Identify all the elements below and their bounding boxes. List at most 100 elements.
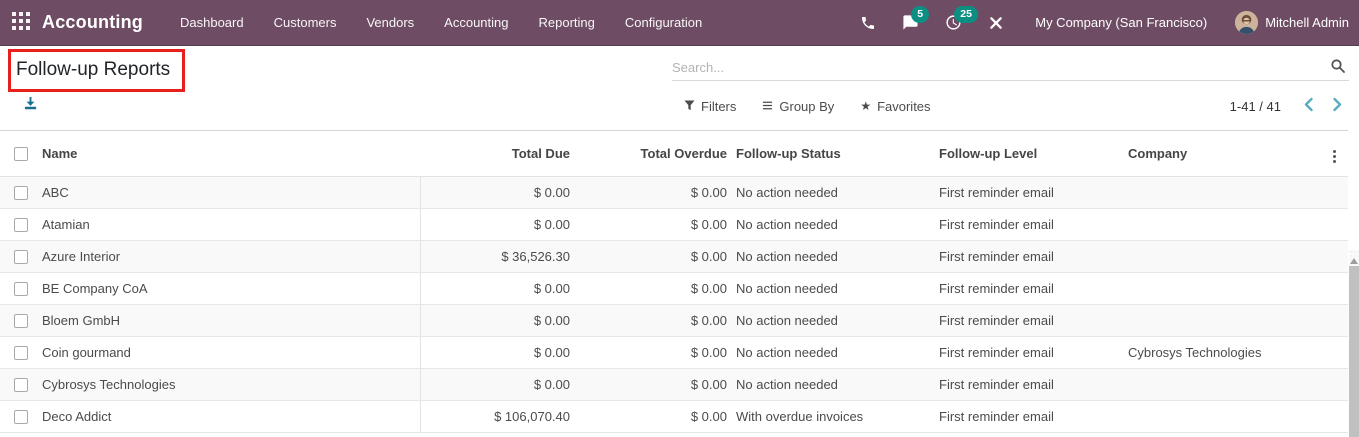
row-select-cell xyxy=(0,176,42,209)
row-checkbox[interactable] xyxy=(14,281,28,296)
column-header-company[interactable]: Company xyxy=(1125,130,1320,177)
cell-company xyxy=(1125,240,1320,273)
row-checkbox[interactable] xyxy=(14,185,28,200)
cell-total-overdue: $ 0.00 xyxy=(578,176,732,209)
cell-total-due: $ 106,070.40 xyxy=(419,400,578,433)
menu-accounting[interactable]: Accounting xyxy=(429,0,523,45)
pager-next-button[interactable] xyxy=(1330,95,1345,117)
cell-total-due: $ 0.00 xyxy=(419,272,578,305)
select-all-cell xyxy=(0,130,42,177)
column-options-cell xyxy=(1320,130,1348,177)
pager-previous-button[interactable] xyxy=(1301,95,1316,117)
followup-table: Name Total Due Total Overdue Follow-up S… xyxy=(0,130,1348,433)
cell-company: Cybrosys Technologies xyxy=(1125,336,1320,369)
voip-button[interactable] xyxy=(847,9,889,37)
cell-status: No action needed xyxy=(732,208,936,241)
menu-configuration[interactable]: Configuration xyxy=(610,0,717,45)
table-row[interactable]: Bloem GmbH $ 0.00 $ 0.00 No action neede… xyxy=(0,304,1348,337)
menu-customers[interactable]: Customers xyxy=(259,0,352,45)
row-checkbox[interactable] xyxy=(14,249,28,264)
table-row[interactable]: Atamian $ 0.00 $ 0.00 No action needed F… xyxy=(0,208,1348,241)
messages-button[interactable]: 5 xyxy=(889,6,932,37)
cell-total-due: $ 0.00 xyxy=(419,304,578,337)
optional-columns-icon[interactable] xyxy=(1327,147,1342,166)
tools-button[interactable] xyxy=(975,9,1017,37)
table-row[interactable]: Deco Addict $ 106,070.40 $ 0.00 With ove… xyxy=(0,400,1348,433)
cell-level: First reminder email xyxy=(936,368,1125,401)
cell-status: No action needed xyxy=(732,272,936,305)
table-row[interactable]: Coin gourmand $ 0.00 $ 0.00 No action ne… xyxy=(0,336,1348,369)
cell-company xyxy=(1125,176,1320,209)
cell-options xyxy=(1320,272,1348,305)
annotation-highlight: Follow-up Reports xyxy=(8,49,186,92)
cell-company xyxy=(1125,304,1320,337)
user-menu[interactable]: Mitchell Admin xyxy=(1235,11,1349,34)
row-select-cell xyxy=(0,208,42,241)
cell-total-due: $ 0.00 xyxy=(419,208,578,241)
search-options: Filters Group By ★ Favorites xyxy=(684,93,931,119)
scrollbar-up-arrow[interactable] xyxy=(1349,254,1359,264)
group-by-button[interactable]: Group By xyxy=(762,99,834,114)
cell-options xyxy=(1320,336,1348,369)
row-select-cell xyxy=(0,400,42,433)
cell-name: Cybrosys Technologies xyxy=(42,368,420,401)
table-row[interactable]: Azure Interior $ 36,526.30 $ 0.00 No act… xyxy=(0,240,1348,273)
row-select-cell xyxy=(0,240,42,273)
cell-level: First reminder email xyxy=(936,240,1125,273)
pager: 1-41 / 41 xyxy=(1230,93,1345,119)
column-header-status[interactable]: Follow-up Status xyxy=(732,130,936,177)
vertical-scrollbar[interactable] xyxy=(1349,250,1359,437)
apps-grid-icon xyxy=(12,12,30,33)
column-header-total-overdue[interactable]: Total Overdue xyxy=(578,130,732,177)
favorites-button[interactable]: ★ Favorites xyxy=(860,99,930,114)
cell-company xyxy=(1125,272,1320,305)
row-checkbox[interactable] xyxy=(14,345,28,360)
list-view: Name Total Due Total Overdue Follow-up S… xyxy=(0,130,1359,437)
row-checkbox[interactable] xyxy=(14,377,28,392)
column-header-total-due[interactable]: Total Due xyxy=(420,130,578,177)
cell-status: No action needed xyxy=(732,336,936,369)
cell-level: First reminder email xyxy=(936,176,1125,209)
cell-options xyxy=(1320,304,1348,337)
column-header-level[interactable]: Follow-up Level xyxy=(936,130,1125,177)
cell-name: ABC xyxy=(42,176,420,209)
company-switcher[interactable]: My Company (San Francisco) xyxy=(1035,15,1207,30)
scrollbar-thumb[interactable] xyxy=(1349,266,1359,437)
cell-status: With overdue invoices xyxy=(732,400,936,433)
app-name: Accounting xyxy=(42,12,143,32)
cell-options xyxy=(1320,368,1348,401)
row-checkbox[interactable] xyxy=(14,409,28,424)
column-header-name[interactable]: Name xyxy=(42,130,420,177)
cell-name: Azure Interior xyxy=(42,240,420,273)
export-download-button[interactable] xyxy=(23,96,38,114)
apps-menu-button[interactable]: Accounting xyxy=(12,12,143,33)
user-name: Mitchell Admin xyxy=(1265,15,1349,30)
cell-company xyxy=(1125,400,1320,433)
table-body: ABC $ 0.00 $ 0.00 No action needed First… xyxy=(0,176,1348,433)
star-icon: ★ xyxy=(860,99,872,113)
menu-vendors[interactable]: Vendors xyxy=(351,0,429,45)
menu-reporting[interactable]: Reporting xyxy=(524,0,610,45)
tools-icon xyxy=(988,15,1004,31)
cell-name: Bloem GmbH xyxy=(42,304,420,337)
cell-total-due: $ 0.00 xyxy=(419,176,578,209)
search-input[interactable] xyxy=(672,59,1327,75)
cell-name: BE Company CoA xyxy=(42,272,420,305)
filters-label: Filters xyxy=(701,98,737,114)
row-checkbox[interactable] xyxy=(14,217,28,232)
chevron-right-icon xyxy=(1332,97,1343,115)
control-panel: Follow-up Reports Filters xyxy=(0,46,1359,130)
filters-button[interactable]: Filters xyxy=(684,99,736,114)
messages-badge: 5 xyxy=(911,6,930,23)
table-row[interactable]: Cybrosys Technologies $ 0.00 $ 0.00 No a… xyxy=(0,368,1348,401)
cell-status: No action needed xyxy=(732,176,936,209)
select-all-checkbox[interactable] xyxy=(14,146,28,161)
activities-button[interactable]: 25 xyxy=(932,6,978,37)
search-button[interactable] xyxy=(1327,56,1349,79)
search-bar xyxy=(672,54,1349,81)
table-row[interactable]: ABC $ 0.00 $ 0.00 No action needed First… xyxy=(0,176,1348,209)
main-menu: Dashboard Customers Vendors Accounting R… xyxy=(165,0,717,45)
table-row[interactable]: BE Company CoA $ 0.00 $ 0.00 No action n… xyxy=(0,272,1348,305)
menu-dashboard[interactable]: Dashboard xyxy=(165,0,259,45)
row-checkbox[interactable] xyxy=(14,313,28,328)
